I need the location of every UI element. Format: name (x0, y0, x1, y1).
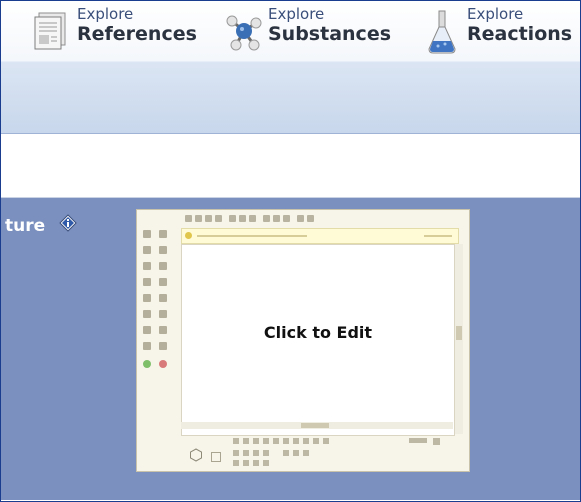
tool-button[interactable] (159, 230, 167, 238)
vertical-scroll-thumb[interactable] (456, 326, 462, 340)
toolbar-button[interactable] (283, 215, 290, 222)
toolbar-button[interactable] (263, 215, 270, 222)
bottom-tool-button[interactable] (313, 438, 319, 444)
bottom-tool-button[interactable] (303, 438, 309, 444)
editor-bottom-toolbar (141, 432, 463, 468)
toolbar-button[interactable] (307, 215, 314, 222)
tool-button[interactable] (143, 262, 151, 270)
bottom-tool-button[interactable] (273, 438, 279, 444)
panel-title: ture (5, 216, 46, 236)
tool-button[interactable] (159, 262, 167, 270)
toolbar-button[interactable] (195, 215, 202, 222)
editor-toolbar (181, 214, 461, 224)
bottom-tool-button[interactable] (253, 450, 259, 456)
bottom-tool-button[interactable] (263, 450, 269, 456)
vertical-scrollbar[interactable] (455, 244, 463, 434)
bottom-tool-button[interactable] (233, 450, 239, 456)
click-to-edit-label[interactable]: Click to Edit (182, 323, 454, 342)
tool-button[interactable] (159, 246, 167, 254)
nav-references-label: References (77, 23, 197, 45)
bottom-tool-button[interactable] (293, 438, 299, 444)
reactions-flask-icon (421, 5, 465, 57)
horizontal-scrollbar[interactable] (181, 422, 453, 429)
bottom-tool-button[interactable] (283, 450, 289, 456)
bottom-tool-button[interactable] (323, 438, 329, 444)
bottom-tool-button[interactable] (243, 460, 249, 466)
top-navigation-bar: Explore References Explore Substances Ex… (1, 1, 580, 134)
bottom-tool-button[interactable] (253, 460, 259, 466)
nav-explore-references[interactable]: Explore References (31, 5, 197, 75)
tool-button[interactable] (143, 310, 151, 318)
structure-panel: ture Click to Edit (1, 198, 580, 500)
tool-button[interactable] (143, 326, 151, 334)
hint-icon (185, 232, 192, 239)
bottom-tool-button[interactable] (433, 438, 440, 445)
toolbar-button[interactable] (205, 215, 212, 222)
ring-tool-button[interactable] (211, 452, 221, 462)
toolbar-button[interactable] (229, 215, 236, 222)
nav-explore-reactions[interactable]: Explore Reactions (421, 5, 572, 75)
tool-button[interactable] (159, 342, 167, 350)
bottom-tool-button[interactable] (233, 438, 239, 444)
toolbar-button[interactable] (185, 215, 192, 222)
nav-substances-label: Substances (268, 23, 392, 45)
tool-button[interactable] (143, 246, 151, 254)
tool-button[interactable] (143, 360, 151, 368)
bottom-tool-button[interactable] (303, 450, 309, 456)
editor-canvas[interactable]: Click to Edit (181, 244, 455, 436)
tool-button[interactable] (143, 342, 151, 350)
bottom-tool-button[interactable] (293, 450, 299, 456)
sub-header-strip (1, 134, 580, 198)
bottom-tool-button[interactable] (253, 438, 259, 444)
bottom-tool-button[interactable] (243, 438, 249, 444)
toolbar-button[interactable] (273, 215, 280, 222)
info-diamond-icon[interactable] (59, 214, 77, 232)
tool-button[interactable] (159, 326, 167, 334)
horizontal-scroll-thumb[interactable] (301, 423, 329, 428)
editor-left-toolbar (141, 228, 177, 388)
toolbar-button[interactable] (249, 215, 256, 222)
bottom-tool-button[interactable] (243, 450, 249, 456)
tool-button[interactable] (159, 294, 167, 302)
tool-button[interactable] (159, 360, 167, 368)
nav-explore-substances[interactable]: Explore Substances (222, 5, 391, 75)
tool-button[interactable] (143, 294, 151, 302)
toolbar-button[interactable] (239, 215, 246, 222)
tool-button[interactable] (159, 310, 167, 318)
nav-substances-small: Explore (268, 5, 325, 23)
structure-editor[interactable]: Click to Edit (136, 209, 470, 472)
hexagon-ring-icon[interactable] (189, 448, 203, 462)
nav-reactions-small: Explore (467, 5, 524, 23)
zoom-selector[interactable] (409, 438, 427, 443)
tool-button[interactable] (143, 278, 151, 286)
tool-button[interactable] (143, 230, 151, 238)
bottom-tool-button[interactable] (233, 460, 239, 466)
substances-molecule-icon (222, 5, 266, 57)
tool-button[interactable] (159, 278, 167, 286)
toolbar-button[interactable] (215, 215, 222, 222)
bottom-tool-button[interactable] (263, 460, 269, 466)
editor-hint-bar (181, 228, 459, 244)
nav-reactions-label: Reactions (467, 23, 573, 45)
references-document-icon (31, 5, 75, 57)
nav-references-small: Explore (77, 5, 134, 23)
bottom-tool-button[interactable] (283, 438, 289, 444)
bottom-tool-button[interactable] (263, 438, 269, 444)
toolbar-button[interactable] (297, 215, 304, 222)
